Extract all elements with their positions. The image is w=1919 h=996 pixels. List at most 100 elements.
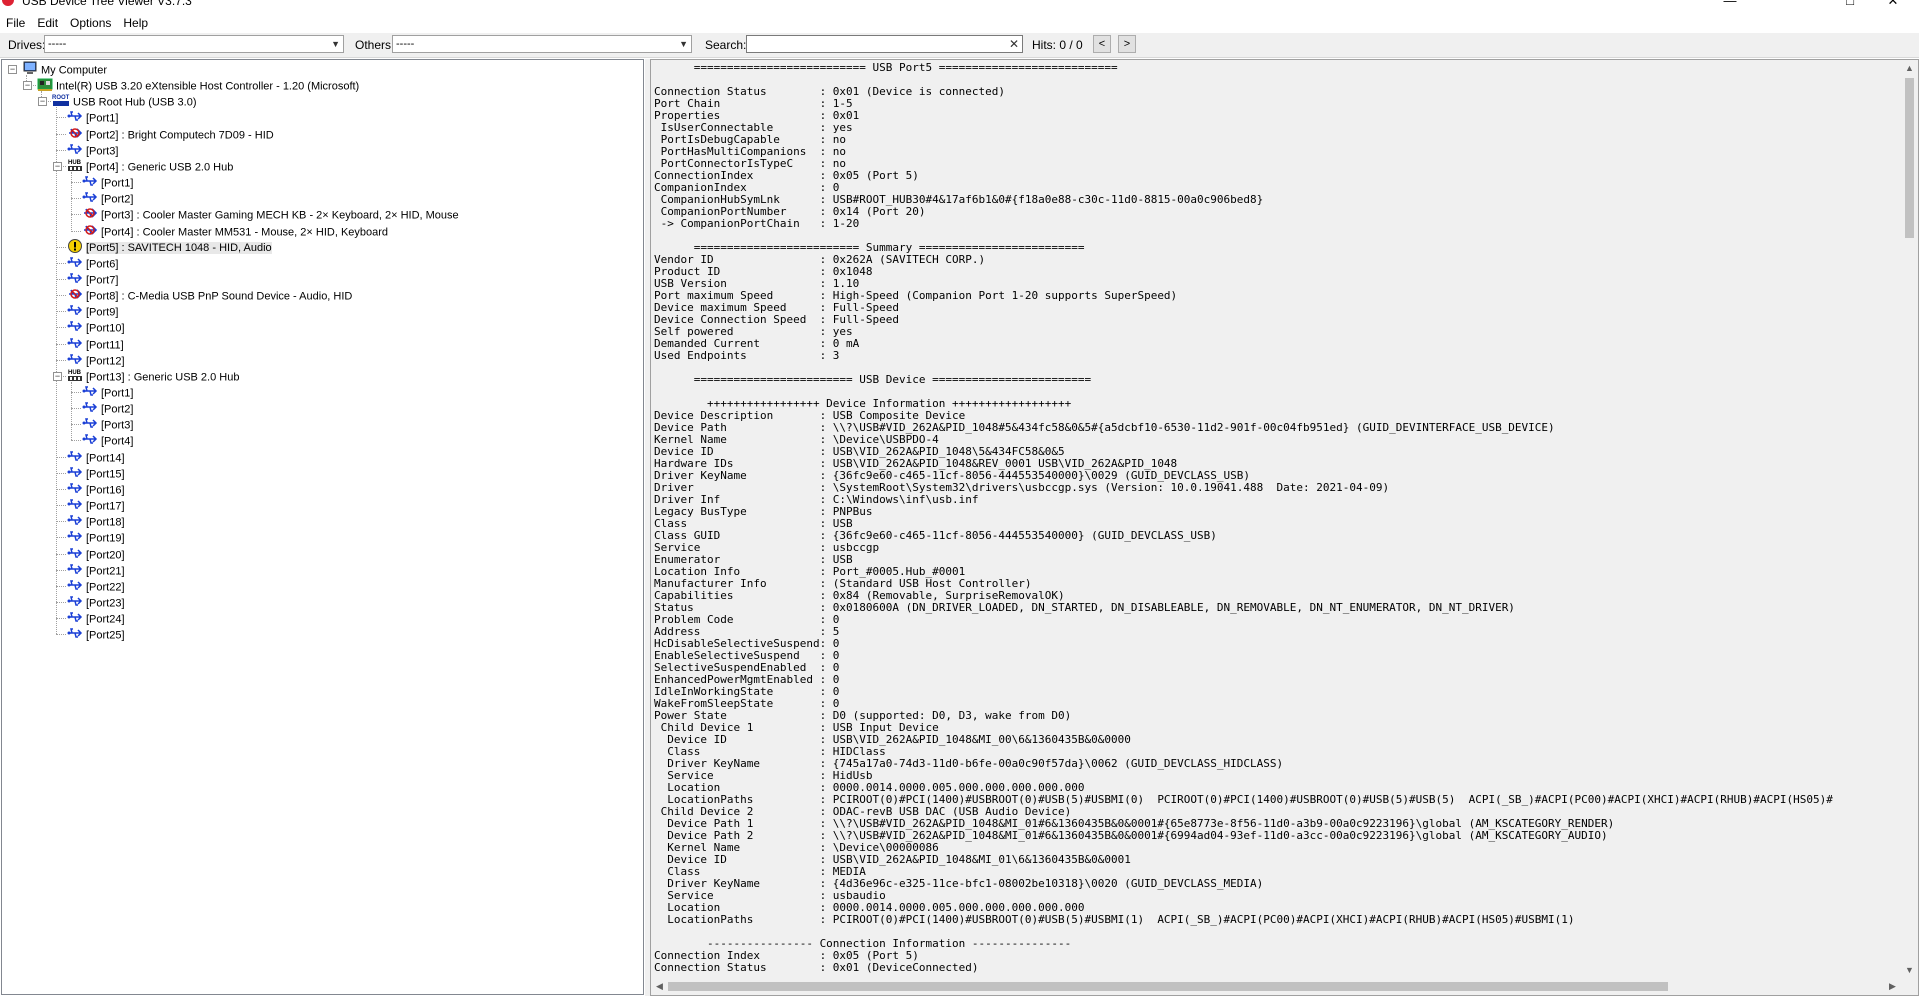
device-info-pane[interactable]: ========================== USB Port5 ===… <box>650 59 1919 996</box>
minimize-button[interactable]: — <box>1710 0 1750 9</box>
tree-node[interactable]: [Port16] <box>67 481 125 497</box>
tree-node[interactable]: Intel(R) USB 3.20 eXtensible Host Contro… <box>37 77 359 93</box>
chevron-down-icon: ▼ <box>331 39 340 49</box>
tree-node[interactable]: [Port2] <box>82 400 133 416</box>
search-input[interactable]: ✕ <box>746 35 1023 53</box>
tree-node[interactable]: [Port19] <box>67 529 125 545</box>
tree-node-label: [Port23] <box>86 597 125 610</box>
tree-node[interactable]: [Port18] <box>67 513 125 529</box>
tree-node[interactable]: [Port12] <box>67 352 125 368</box>
tree-node[interactable]: [Port1] <box>67 109 118 125</box>
scroll-up-icon[interactable]: ▲ <box>1901 60 1918 77</box>
vertical-scroll-thumb[interactable] <box>1905 78 1914 238</box>
tree-node[interactable]: [Port24] <box>67 610 125 626</box>
menu-file[interactable]: File <box>0 14 31 33</box>
scroll-down-icon[interactable]: ▼ <box>1901 962 1918 979</box>
tree-node[interactable]: [Port9] <box>67 303 118 319</box>
tree-connector <box>71 392 81 393</box>
collapse-toggle-icon[interactable]: − <box>53 371 62 381</box>
chevron-down-icon: ▼ <box>679 39 688 49</box>
tree-node[interactable]: [Port3] <box>67 142 118 158</box>
tree-node[interactable]: [Port4] : Cooler Master MM531 - Mouse, 2… <box>82 223 388 239</box>
collapse-toggle-icon[interactable]: − <box>38 97 47 107</box>
tree-connector <box>56 246 66 248</box>
tree-node-label: [Port4] : Generic USB 2.0 Hub <box>86 161 234 174</box>
tree-connector <box>71 230 81 232</box>
menu-options[interactable]: Options <box>64 14 117 33</box>
tree-connector <box>56 618 66 620</box>
tree-node[interactable]: [Port3] <box>82 416 133 432</box>
drives-dropdown[interactable]: ----- ▼ <box>44 35 344 53</box>
tree-node-label: [Port10] <box>86 322 125 335</box>
collapse-toggle-icon[interactable]: − <box>23 81 32 91</box>
tree-node[interactable]: [Port7] <box>67 271 118 287</box>
tree-connector <box>56 311 66 313</box>
tree-node[interactable]: HUB [Port13] : Generic USB 2.0 Hub <box>67 368 239 384</box>
tree-node[interactable]: [Port3] : Cooler Master Gaming MECH KB -… <box>82 206 459 222</box>
scroll-left-icon[interactable]: ◀ <box>651 978 668 995</box>
clear-search-icon[interactable]: ✕ <box>1009 36 1019 52</box>
tree-node[interactable]: HUB [Port4] : Generic USB 2.0 Hub <box>67 158 233 174</box>
device-tree[interactable]: My Computer − Intel(R) USB 3.20 eXtensible… <box>1 59 644 995</box>
tree-node[interactable]: [Port14] <box>67 449 125 465</box>
horizontal-scroll-thumb[interactable] <box>668 982 1668 991</box>
menu-edit[interactable]: Edit <box>31 14 64 33</box>
tree-connector <box>56 343 66 345</box>
tree-connector <box>71 424 81 426</box>
tree-node[interactable]: [Port10] <box>67 319 125 335</box>
tree-node[interactable]: My Computer <box>22 61 107 77</box>
tree-node-label: [Port5] : SAVITECH 1048 - HID, Audio <box>86 242 272 255</box>
horizontal-scrollbar[interactable]: ◀ ▶ <box>651 978 1901 995</box>
tree-node-label: [Port1] <box>86 112 119 125</box>
tree-node-label: [Port15] <box>86 468 125 481</box>
tree-node[interactable]: [Port2] <box>82 190 133 206</box>
maximize-button[interactable]: □ <box>1830 0 1870 9</box>
tree-connector <box>56 521 66 523</box>
tree-connector <box>56 295 66 297</box>
tree-connector <box>71 198 81 200</box>
tree-node[interactable]: [Port20] <box>67 546 125 562</box>
title-bar: USB Device Tree Viewer V3.7.3 — □ ✕ <box>0 0 1919 14</box>
tree-node[interactable]: [Port1] <box>82 384 133 400</box>
tree-node-label: [Port7] <box>86 274 119 287</box>
device-info-text: ========================== USB Port5 ===… <box>654 61 1833 974</box>
tree-connector <box>56 569 66 571</box>
tree-node[interactable]: [Port11] <box>67 336 124 352</box>
menu-bar: File Edit Options Help <box>0 14 1919 33</box>
tree-node-label: [Port3] <box>86 145 119 158</box>
collapse-toggle-icon[interactable]: − <box>53 161 62 171</box>
tree-node-label: [Port14] <box>86 452 125 465</box>
drives-value: ----- <box>48 38 67 50</box>
tree-node[interactable]: [Port25] <box>67 626 125 642</box>
tree-connector <box>56 472 66 474</box>
close-button[interactable]: ✕ <box>1873 0 1913 9</box>
tree-node[interactable]: [Port15] <box>67 465 125 481</box>
tree-node[interactable]: [Port5] : SAVITECH 1048 - HID, Audio <box>67 238 272 255</box>
tree-node[interactable]: [Port17] <box>67 497 125 513</box>
tree-node-label: USB Root Hub (USB 3.0) <box>73 96 197 109</box>
tree-node[interactable]: [Port8] : C-Media USB PnP Sound Device -… <box>67 287 352 303</box>
pci-controller-icon <box>37 77 53 96</box>
tree-node[interactable]: ROOT USB Root Hub (USB 3.0) <box>52 93 197 109</box>
tree-node-label: [Port18] <box>86 516 125 529</box>
tree-node-label: Intel(R) USB 3.20 eXtensible Host Contro… <box>56 80 360 93</box>
tree-node[interactable]: [Port4] <box>82 432 133 448</box>
collapse-toggle-icon[interactable]: − <box>8 65 17 74</box>
previous-hit-button[interactable]: < <box>1093 35 1111 53</box>
tree-node[interactable]: [Port1] <box>82 174 133 190</box>
menu-help[interactable]: Help <box>117 14 154 33</box>
tree-node[interactable]: [Port22] <box>67 578 125 594</box>
scroll-right-icon[interactable]: ▶ <box>1884 978 1901 995</box>
window-title: USB Device Tree Viewer V3.7.3 <box>22 0 192 8</box>
tree-node[interactable]: [Port23] <box>67 594 125 610</box>
tree-node-label: [Port25] <box>86 629 125 642</box>
tree-node[interactable]: [Port21] <box>67 562 125 578</box>
others-dropdown[interactable]: ----- ▼ <box>392 35 692 53</box>
tree-node-label: [Port3] <box>101 419 134 432</box>
vertical-scrollbar[interactable]: ▲ ▼ <box>1901 60 1918 979</box>
tree-node[interactable]: [Port6] <box>67 255 118 271</box>
tree-node-label: [Port2] <box>101 403 134 416</box>
tree-node[interactable]: [Port2] : Bright Computech 7D09 - HID <box>67 126 274 142</box>
next-hit-button[interactable]: > <box>1118 35 1136 53</box>
tree-connector <box>56 149 66 151</box>
